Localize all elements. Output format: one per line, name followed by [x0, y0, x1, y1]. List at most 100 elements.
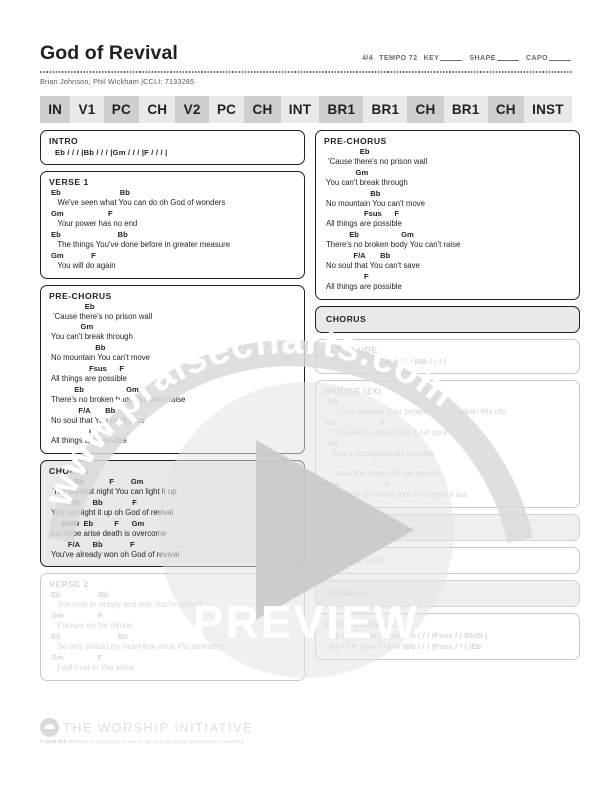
- chord-line: Eb Bb: [51, 631, 128, 641]
- right-column: PRE-CHORUS Eb 'Cause there's no prison w…: [315, 130, 580, 666]
- time-signature: 4/4: [362, 53, 374, 62]
- chord-line: Eb F Gm: [51, 477, 144, 487]
- header-divider: [40, 70, 572, 73]
- chord-line: F/A Bb F: [51, 539, 135, 549]
- order-cell-br1-8[interactable]: BR1: [319, 96, 364, 123]
- order-cell-label: BR1: [371, 102, 400, 117]
- section-title: VERSE 2: [49, 579, 89, 590]
- order-cell-ch-10[interactable]: CH: [407, 96, 444, 123]
- lyric-line: You can't break through: [326, 177, 408, 187]
- copyright-publishers: Wickham Music Simply Global Songs Sing M…: [66, 740, 244, 745]
- lyric-block: Eb F Gm The darkest night You can light …: [49, 477, 296, 560]
- section-box-interlude: INTERLUDE Bb / / / |Bb / / / |Bb / / / |B…: [315, 338, 580, 374]
- chord-line: Gm F: [51, 250, 96, 260]
- order-cell-pc-5[interactable]: PC: [208, 96, 245, 123]
- copyright-year: © 2019 Phil: [40, 740, 67, 745]
- chord-progression-line: Eb / / / |Bb / / / |Gm / / / |F / / / |: [55, 148, 168, 157]
- lyric-line: The darkest night You can light it up: [51, 487, 177, 497]
- lyric-block: Eb 'Cause there's no prison wall Gm You c…: [324, 147, 571, 292]
- chord-chart-page: God of Revival 4/4 TEMPO 72 KEY SHAPE CAPO B…: [0, 0, 612, 792]
- worship-initiative-logo-icon: [40, 718, 59, 737]
- section-title: CHORUS: [49, 466, 90, 477]
- chord-line: Eb Bb: [51, 188, 130, 198]
- lyric-line: Forever on the throne: [51, 621, 133, 631]
- lyric-line: Come awaken Your people come awaken this…: [326, 406, 507, 416]
- chord-line: Gm F: [51, 652, 103, 662]
- section-title: BRIDGE (2X): [324, 385, 382, 396]
- order-cell-br1-9[interactable]: BR1: [363, 96, 408, 123]
- order-cell-v2-4[interactable]: V2: [175, 96, 209, 123]
- lyric-line: Oh God of revival pour it out pour it ou…: [326, 490, 467, 500]
- chord-line: Eb Bb: [51, 229, 128, 239]
- lyric-line: You will do again: [51, 260, 116, 270]
- order-cell-pc-2[interactable]: PC: [103, 96, 140, 123]
- chord-line: Gm: [326, 167, 369, 177]
- key-blank[interactable]: [440, 53, 463, 61]
- section-title: CHORUS: [326, 313, 367, 324]
- order-cell-label: CH: [252, 102, 273, 117]
- lyric-line: We've seen what You can do oh God of won…: [51, 198, 226, 208]
- lyric-line: Your power has no end: [51, 219, 138, 229]
- chord-line: Gm: [51, 322, 94, 332]
- lyric-line: All things are possible: [326, 219, 402, 229]
- section-box-verse-2: VERSE 2 Eb Bb You rose in victory and now…: [40, 573, 305, 681]
- chord-line: Gm F: [51, 209, 113, 219]
- chord-line: F/A Bb: [51, 405, 116, 415]
- order-cell-label: CH: [415, 102, 436, 117]
- logo-text: THE WORSHIP INITIATIVE: [63, 720, 254, 735]
- chord-progression-line: Bb / / / |Bb / / / |Bb / / / |Bb / / / |: [330, 356, 447, 366]
- chord-line: Gm F: [326, 480, 390, 490]
- order-cell-label: V2: [183, 102, 201, 117]
- byline: Brian Johnson, Phil Wickham |CCLI: 71332…: [40, 76, 195, 86]
- lyric-block: Bb Come awaken Your people come awaken t…: [324, 397, 571, 500]
- order-cell-label: BR1: [327, 102, 356, 117]
- key-label: KEY: [423, 53, 440, 62]
- lyric-line: I hear the chains hit the ground: [326, 469, 440, 479]
- chord-progression-line: Eb / / F |Gm / / F/A |Bb / / / |Fsus / /…: [330, 630, 488, 640]
- lyric-line: No mountain You can't move: [51, 353, 151, 363]
- lyric-line: I will trust in You alone: [51, 662, 135, 672]
- section-title: INTERLUDE: [324, 344, 378, 355]
- lyric-block: Eb Bb We've seen what You can do oh God …: [49, 188, 296, 271]
- lyric-line: You can light it up oh God of revival: [51, 507, 174, 517]
- lyric-block: Eb Bb You rose in victory and now You're…: [49, 590, 296, 673]
- section-order-bar: IN V1 PC CH V2 PC CH INT BR1 BR1 CH BR1 CH INST: [40, 96, 572, 123]
- lyric-line: No mountain You can't move: [326, 198, 426, 208]
- chart-header: God of Revival 4/4 TEMPO 72 KEY SHAPE CAPO B…: [40, 43, 572, 86]
- copyright-line: © 2019 Phil Wickham Music Simply Global …: [40, 740, 440, 745]
- chord-line: Gm F: [326, 417, 386, 427]
- section-title: INSTRUMENTAL: [324, 618, 398, 629]
- chord-line: Fsus F: [51, 363, 124, 373]
- order-cell-v1-1[interactable]: V1: [70, 96, 104, 123]
- capo-blank[interactable]: [549, 53, 571, 61]
- chord-line: Fsus F: [326, 209, 399, 219]
- chord-line: F/A Bb: [326, 250, 391, 260]
- shape-blank[interactable]: [496, 53, 519, 61]
- order-cell-inst-13[interactable]: INST: [523, 96, 572, 123]
- order-cell-label: CH: [495, 102, 516, 117]
- chord-line: Bb: [326, 188, 381, 198]
- order-cell-label: BR1: [451, 102, 480, 117]
- order-cell-ch-3[interactable]: CH: [139, 96, 176, 123]
- section-box-chorus: CHORUS Eb F Gm The darkest night You can…: [40, 460, 305, 568]
- order-cell-in-0[interactable]: IN: [40, 96, 71, 123]
- lyric-line: There's no broken body You can't raise: [51, 394, 186, 404]
- chord-progression-line: Eb / / F |Gm / / F/A |Bb / / / |Fsus / /…: [330, 642, 482, 652]
- section-title: CHORUS: [326, 587, 367, 598]
- chord-line: F: [51, 426, 94, 436]
- order-cell-br1-11[interactable]: BR1: [443, 96, 488, 123]
- order-cell-int-7[interactable]: INT: [280, 96, 320, 123]
- chord-line: Bb: [326, 396, 339, 406]
- order-cell-ch-12[interactable]: CH: [487, 96, 524, 123]
- order-cell-label: INST: [532, 102, 564, 117]
- order-cell-label: V1: [78, 102, 96, 117]
- lyric-block: Eb 'Cause there's no prison wall Gm You c…: [49, 302, 296, 447]
- shape-label: SHAPE: [469, 53, 496, 62]
- chord-line: Eb Bb: [51, 590, 109, 600]
- capo-label: CAPO: [525, 53, 548, 62]
- chord-line: F: [326, 271, 369, 281]
- lyric-line: Oh God of revival pour it out pour it ou…: [326, 427, 467, 437]
- order-cell-ch-6[interactable]: CH: [244, 96, 281, 123]
- section-box-chorus: CHORUS: [315, 579, 580, 607]
- order-cell-label: IN: [48, 102, 63, 117]
